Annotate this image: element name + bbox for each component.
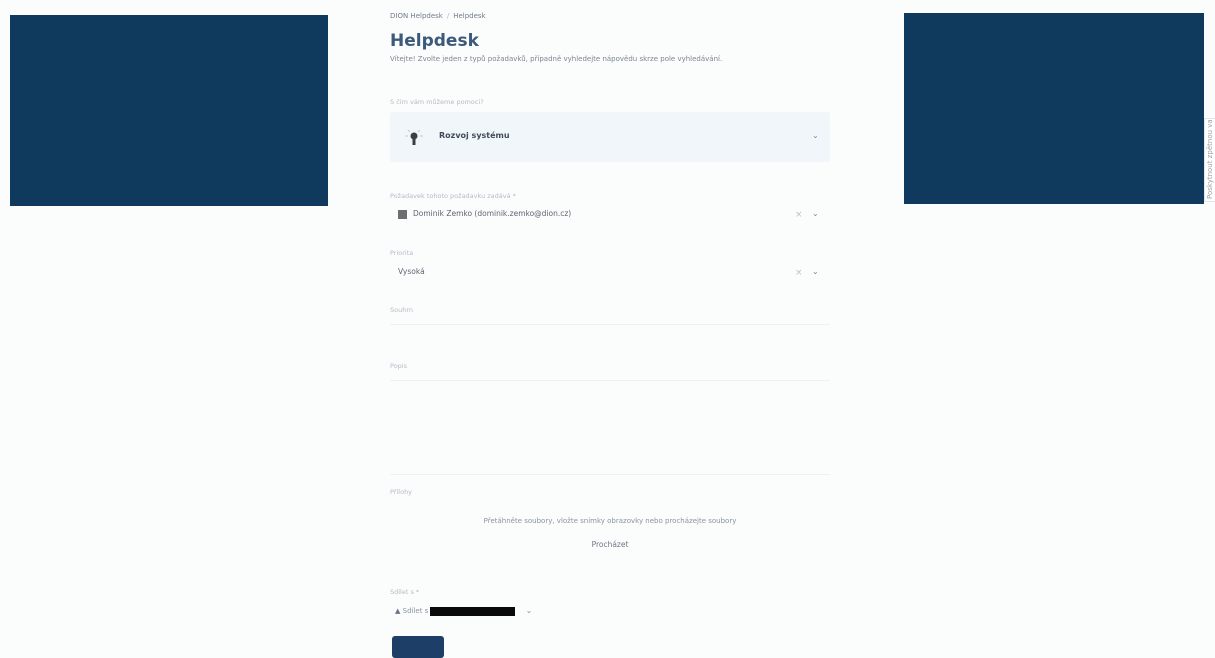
priority-value: Vysoká — [398, 267, 425, 276]
chevron-down-icon: ⌄ — [525, 606, 533, 615]
description-textarea[interactable] — [390, 380, 830, 381]
reporter-value: Dominik Zemko (dominik.zemko@dion.cz) — [413, 209, 572, 218]
request-type-label: S čím vám můžeme pomoci? — [390, 98, 484, 106]
helpdesk-form-container: DION Helpdesk / Helpdesk Helpdesk Vítejte!… — [390, 12, 830, 658]
breadcrumb-root-link[interactable]: DION Helpdesk — [390, 12, 443, 20]
breadcrumb-current-link[interactable]: Helpdesk — [453, 12, 485, 20]
avatar — [398, 209, 407, 219]
page-title: Helpdesk — [390, 31, 479, 51]
priority-select[interactable]: Vysoká × ⌄ — [390, 267, 830, 283]
description-divider — [390, 474, 830, 475]
priority-label: Priorita — [390, 249, 414, 257]
description-label: Popis — [390, 362, 407, 370]
request-type-value: Rozvoj systému — [439, 131, 510, 140]
summary-label: Souhrn — [390, 306, 414, 314]
browse-files-button[interactable]: Procházet — [390, 540, 830, 549]
left-banner-image — [10, 15, 328, 206]
summary-input[interactable] — [390, 324, 830, 325]
reporter-select[interactable]: Dominik Zemko (dominik.zemko@dion.cz) × … — [390, 209, 830, 225]
lightbulb-icon — [405, 129, 423, 145]
attachment-dropzone-text[interactable]: Přetáhněte soubory, vložte snímky obrazo… — [390, 517, 830, 525]
feedback-tab-label: Poskytnout zpětnou vazbu — [1206, 118, 1214, 199]
lock-icon: ▲ — [395, 607, 401, 615]
request-type-select[interactable]: Rozvoj systému ⌄ — [390, 112, 830, 162]
redacted-organization — [430, 606, 516, 616]
share-label: Sdílet s * — [390, 588, 420, 596]
chevron-down-icon: ⌄ — [812, 131, 819, 140]
chevron-down-icon: ⌄ — [812, 267, 819, 276]
chevron-down-icon: ⌄ — [812, 209, 819, 218]
share-value: Sdílet s — [402, 607, 429, 615]
page-intro: Vítejte! Zvolte jeden z typů požadavků, … — [390, 55, 723, 63]
share-select[interactable]: ▲ Sdílet s ⌄ — [390, 606, 532, 616]
reporter-label: Požadavek tohoto požadavku zadává * — [390, 192, 516, 200]
attachment-label: Přílohy — [390, 488, 413, 496]
breadcrumb: DION Helpdesk / Helpdesk — [390, 12, 830, 24]
feedback-tab[interactable]: Poskytnout zpětnou vazbu — [1204, 118, 1215, 202]
clear-icon[interactable]: × — [795, 268, 803, 278]
breadcrumb-separator: / — [446, 12, 450, 20]
right-banner-image — [904, 13, 1204, 204]
submit-button[interactable] — [392, 636, 444, 658]
clear-icon[interactable]: × — [795, 210, 803, 220]
